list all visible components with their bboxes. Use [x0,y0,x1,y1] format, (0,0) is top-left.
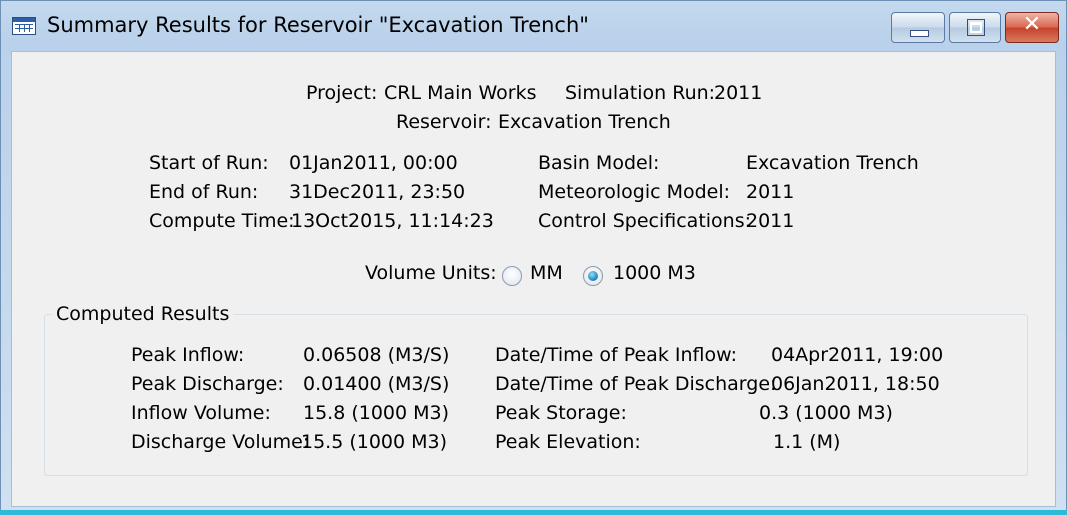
peak-discharge-time-value: 06Jan2011, 18:50 [771,373,940,395]
table-icon [12,17,36,35]
peak-inflow-time-value: 04Apr2011, 19:00 [771,344,944,366]
simulation-run-value: 2011 [714,82,763,104]
window-title: Summary Results for Reservoir "Excavatio… [47,13,589,37]
minimize-button[interactable] [891,12,945,43]
start-of-run-value: 01Jan2011, 00:00 [289,152,458,174]
window-bottom-edge [0,510,1067,515]
control-specifications-label: Control Specifications: [538,210,752,232]
peak-storage-value: 0.3 (1000 M3) [759,402,893,424]
mm-radio[interactable] [502,266,522,286]
results-window: Summary Results for Reservoir "Excavatio… [0,0,1067,512]
title-bar[interactable]: Summary Results for Reservoir "Excavatio… [1,1,1067,51]
peak-storage-label: Peak Storage: [495,402,627,424]
end-of-run-value: 31Dec2011, 23:50 [289,181,466,203]
control-specifications-value: 2011 [746,210,795,232]
project-label: Project: [306,82,378,104]
peak-elevation-value: 1.1 (M) [773,431,841,453]
volume-units-label: Volume Units: [365,262,497,284]
peak-discharge-time-label: Date/Time of Peak Discharge: [495,373,777,395]
compute-time-value: 13Oct2015, 11:14:23 [291,210,494,232]
peak-discharge-value: 0.01400 (M3/S) [303,373,450,395]
peak-inflow-time-label: Date/Time of Peak Inflow: [495,344,737,366]
peak-elevation-label: Peak Elevation: [495,431,641,453]
reservoir-label: Reservoir: [396,111,492,133]
discharge-volume-value: 15.5 (1000 M3) [301,431,448,453]
start-of-run-label: Start of Run: [149,152,269,174]
1000-m3-radio[interactable] [583,266,603,286]
inflow-volume-label: Inflow Volume: [131,402,271,424]
simulation-run-label: Simulation Run: [565,82,716,104]
maximize-icon [967,19,985,36]
compute-time-label: Compute Time: [149,210,295,232]
discharge-volume-label: Discharge Volume: [131,431,310,453]
1000-m3-radio-label[interactable]: 1000 M3 [613,262,696,284]
end-of-run-label: End of Run: [149,181,259,203]
inflow-volume-value: 15.8 (1000 M3) [303,402,450,424]
project-value: CRL Main Works [384,82,537,104]
maximize-button[interactable] [949,12,1001,43]
close-button[interactable]: ✕ [1005,12,1059,43]
peak-inflow-value: 0.06508 (M3/S) [303,344,450,366]
meteorologic-model-label: Meteorologic Model: [538,181,731,203]
basin-model-value: Excavation Trench [746,152,919,174]
minimize-icon [910,30,929,37]
mm-radio-label[interactable]: MM [530,262,563,284]
meteorologic-model-value: 2011 [746,181,795,203]
close-icon: ✕ [1022,12,1042,37]
computed-results-title: Computed Results [52,303,234,325]
summary-panel: Project: CRL Main Works Simulation Run: … [11,51,1056,507]
basin-model-label: Basin Model: [538,152,660,174]
reservoir-value: Excavation Trench [498,111,671,133]
peak-inflow-label: Peak Inflow: [131,344,245,366]
peak-discharge-label: Peak Discharge: [131,373,284,395]
